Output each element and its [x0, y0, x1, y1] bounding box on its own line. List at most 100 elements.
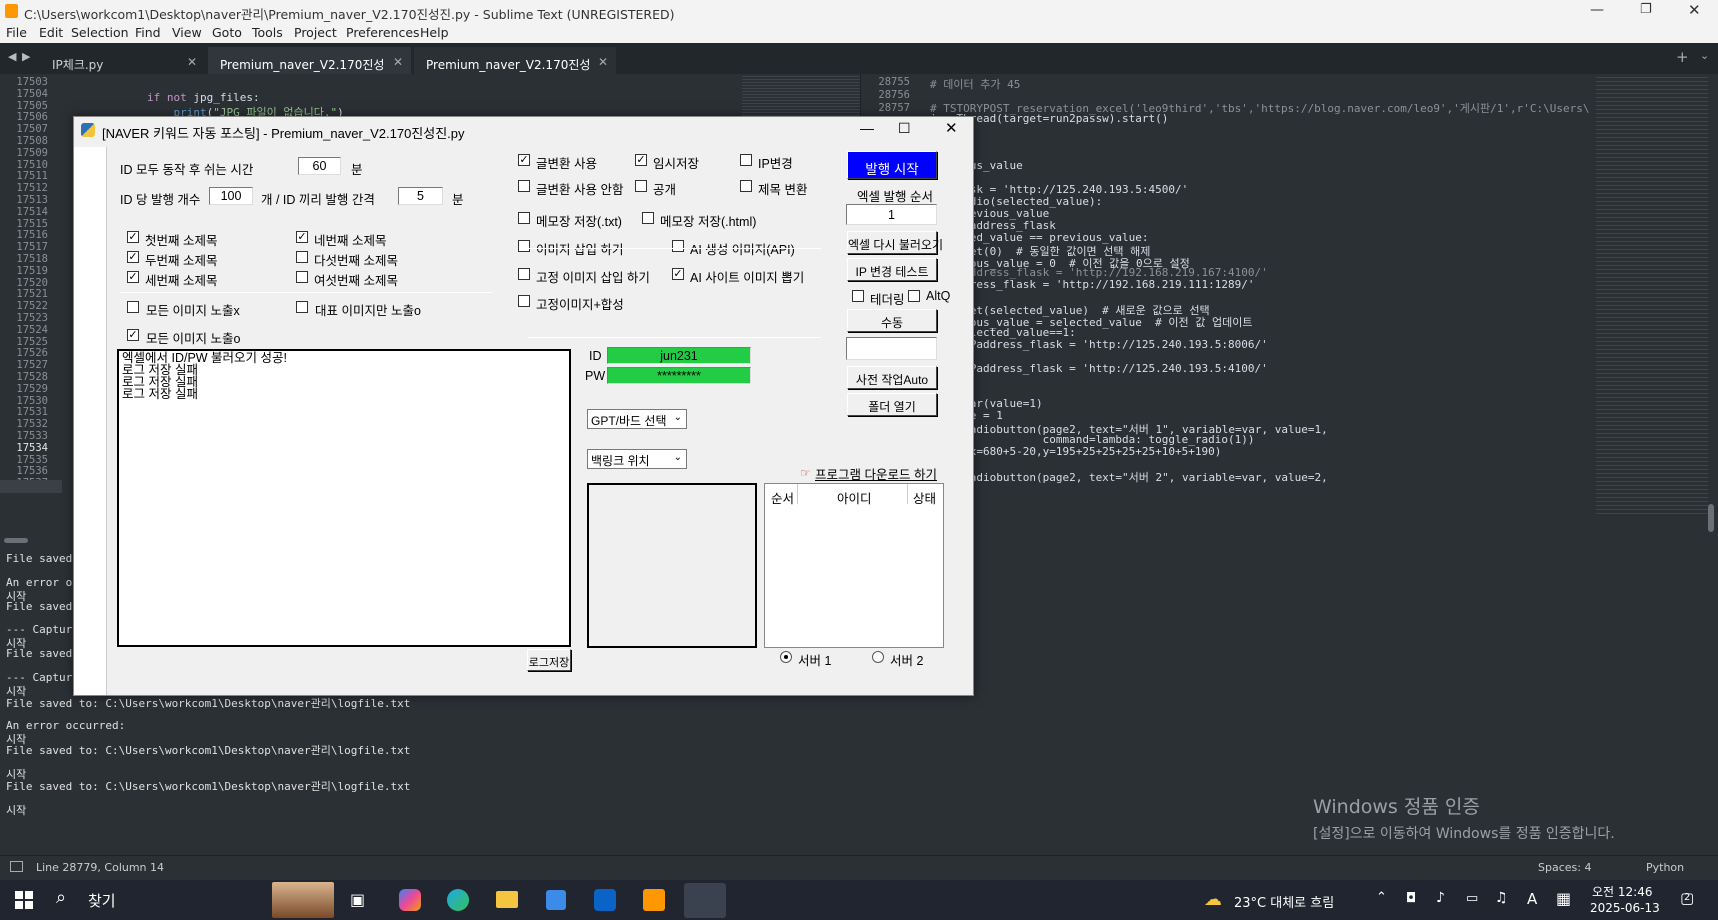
network-icon[interactable]: ▭ — [1466, 891, 1478, 906]
count-input[interactable]: 100 — [209, 187, 253, 205]
interval-input[interactable]: 5 — [398, 187, 443, 205]
altq-checkbox[interactable] — [908, 290, 920, 302]
download-link[interactable]: 프로그램 다운로드 하기 — [815, 464, 937, 483]
keyboard-icon[interactable]: ▦ — [1556, 889, 1571, 908]
id-field[interactable]: jun231 — [607, 347, 751, 364]
close-tab-icon[interactable]: ✕ — [187, 55, 197, 69]
server1-radio[interactable] — [780, 651, 792, 663]
menu-file[interactable]: File — [6, 25, 27, 40]
server2-radio[interactable] — [872, 651, 884, 663]
publish-start-button[interactable]: 발행 시작 — [847, 151, 937, 179]
edge-icon[interactable] — [447, 889, 469, 911]
ime-indicator[interactable]: A — [1527, 890, 1537, 908]
maximize-button[interactable]: ❐ — [1640, 2, 1652, 17]
option-checkbox[interactable] — [518, 212, 530, 224]
indentation[interactable]: Spaces: 4 — [1538, 861, 1591, 874]
option-checkbox[interactable]: ✓ — [518, 154, 530, 166]
scrollbar-horizontal[interactable] — [4, 538, 28, 543]
outlook-icon[interactable] — [594, 889, 616, 911]
pre-work-button[interactable]: 사전 작업Auto — [847, 366, 937, 389]
menu-preferences[interactable]: Preferences — [346, 25, 420, 40]
account-table[interactable]: 순서 아이디 상태 — [764, 483, 944, 648]
log-textbox[interactable]: 엑셀에서 ID/PW 불러오기 성공! 로그 저장 실패 로그 저장 실패 로그… — [117, 349, 571, 647]
syntax-mode[interactable]: Python — [1646, 861, 1684, 874]
excel-order-input[interactable]: 1 — [846, 204, 937, 225]
dialog-close-button[interactable]: ✕ — [945, 119, 958, 137]
windows-start-icon[interactable] — [15, 891, 33, 909]
close-button[interactable]: ✕ — [1688, 1, 1701, 19]
tab-ipcheck[interactable]: IP체크.py ✕ — [40, 47, 205, 74]
option-checkbox[interactable] — [642, 212, 654, 224]
subtitle-checkbox[interactable]: ✓ — [127, 271, 139, 283]
menu-edit[interactable]: Edit — [39, 25, 63, 40]
tab-premium-2[interactable]: Premium_naver_V2.170진성진.py✕ — [414, 47, 616, 89]
pw-field[interactable]: ********* — [607, 367, 751, 384]
menu-selection[interactable]: Selection — [71, 25, 129, 40]
option-checkbox[interactable] — [518, 268, 530, 280]
tethering-checkbox[interactable] — [852, 290, 864, 302]
tab-premium-1[interactable]: Premium_naver_V2.170진성진.py✕ — [208, 47, 411, 89]
scrollbar-vertical[interactable] — [1708, 504, 1714, 532]
copilot-icon[interactable] — [399, 889, 421, 911]
store-icon[interactable] — [546, 890, 566, 910]
meet-icon[interactable]: ◘ — [1406, 891, 1416, 906]
subtitle-checkbox[interactable]: ✓ — [296, 231, 308, 243]
tab-next-icon[interactable]: ▶ — [22, 50, 30, 63]
manual-button[interactable]: 수동 — [847, 309, 937, 332]
clock-date[interactable]: 2025-06-13 — [1590, 901, 1660, 915]
log-save-button[interactable]: 로그저장 — [527, 649, 571, 671]
rep-image-only-checkbox[interactable] — [296, 301, 308, 313]
backlink-select[interactable]: 백링크 위치 ⌄ — [587, 449, 687, 469]
subtitle-label: 다섯번째 소제목 — [314, 254, 398, 268]
tab-list-icon[interactable]: ⌄ — [1700, 49, 1709, 62]
naver-posting-dialog[interactable]: [NAVER 키워드 자동 포스팅] - Premium_naver_V2.17… — [73, 116, 974, 696]
minimap-right[interactable] — [1596, 74, 1708, 514]
option-checkbox[interactable] — [672, 240, 684, 252]
option-checkbox[interactable] — [635, 180, 647, 192]
menu-goto[interactable]: Goto — [212, 25, 242, 40]
clock-time[interactable]: 오전 12:46 — [1592, 883, 1652, 900]
option-checkbox[interactable] — [740, 180, 752, 192]
taskbar-search[interactable]: 찾기 — [88, 890, 116, 911]
menu-tools[interactable]: Tools — [252, 25, 283, 40]
task-view-icon[interactable]: ▣ — [350, 890, 365, 909]
subtitle-checkbox[interactable]: ✓ — [127, 251, 139, 263]
menu-project[interactable]: Project — [294, 25, 337, 40]
tray-chevron-icon[interactable]: ⌃ — [1376, 890, 1387, 905]
file-explorer-icon[interactable] — [496, 891, 518, 908]
minimize-button[interactable]: — — [1590, 2, 1604, 18]
option-checkbox[interactable] — [740, 154, 752, 166]
open-folder-button[interactable]: 폴더 열기 — [847, 393, 937, 416]
volume-icon[interactable]: ♫ — [1495, 890, 1508, 906]
subtitle-checkbox[interactable]: ✓ — [127, 231, 139, 243]
dialog-maximize-button[interactable]: ☐ — [898, 120, 911, 137]
ip-test-button[interactable]: IP 변경 테스트 — [847, 258, 937, 281]
weather-text[interactable]: 23°C 대체로 흐림 — [1234, 892, 1334, 911]
excel-reload-button[interactable]: 엑셀 다시 불러오기 — [847, 231, 943, 254]
new-tab-icon[interactable]: + — [1676, 48, 1689, 66]
menu-view[interactable]: View — [172, 25, 202, 40]
option-checkbox[interactable]: ✓ — [672, 268, 684, 280]
gpt-select[interactable]: GPT/바드 선택 ⌄ — [587, 409, 687, 429]
subtitle-checkbox[interactable] — [296, 271, 308, 283]
panel-toggle-icon[interactable] — [10, 861, 23, 872]
close-tab-icon[interactable]: ✕ — [598, 55, 608, 69]
option-checkbox[interactable]: ✓ — [635, 154, 647, 166]
mic-icon[interactable]: ♪ — [1436, 890, 1445, 906]
option-checkbox[interactable] — [518, 240, 530, 252]
sublime-taskbar-icon[interactable] — [643, 889, 665, 911]
menu-find[interactable]: Find — [135, 25, 161, 40]
python-taskbar-icon[interactable] — [684, 883, 726, 918]
option-checkbox[interactable] — [518, 180, 530, 192]
tab-prev-icon[interactable]: ◀ — [8, 50, 16, 63]
close-tab-icon[interactable]: ✕ — [393, 55, 403, 69]
search-icon[interactable]: ⌕ — [56, 887, 66, 908]
all-image-show-checkbox[interactable]: ✓ — [127, 329, 139, 341]
subtitle-checkbox[interactable] — [296, 251, 308, 263]
manual-input[interactable] — [846, 337, 937, 360]
rest-time-input[interactable]: 60 — [298, 157, 341, 175]
all-image-hide-checkbox[interactable] — [127, 301, 139, 313]
option-checkbox[interactable] — [518, 295, 530, 307]
dialog-minimize-button[interactable]: — — [860, 120, 874, 136]
menu-help[interactable]: Help — [420, 25, 449, 40]
